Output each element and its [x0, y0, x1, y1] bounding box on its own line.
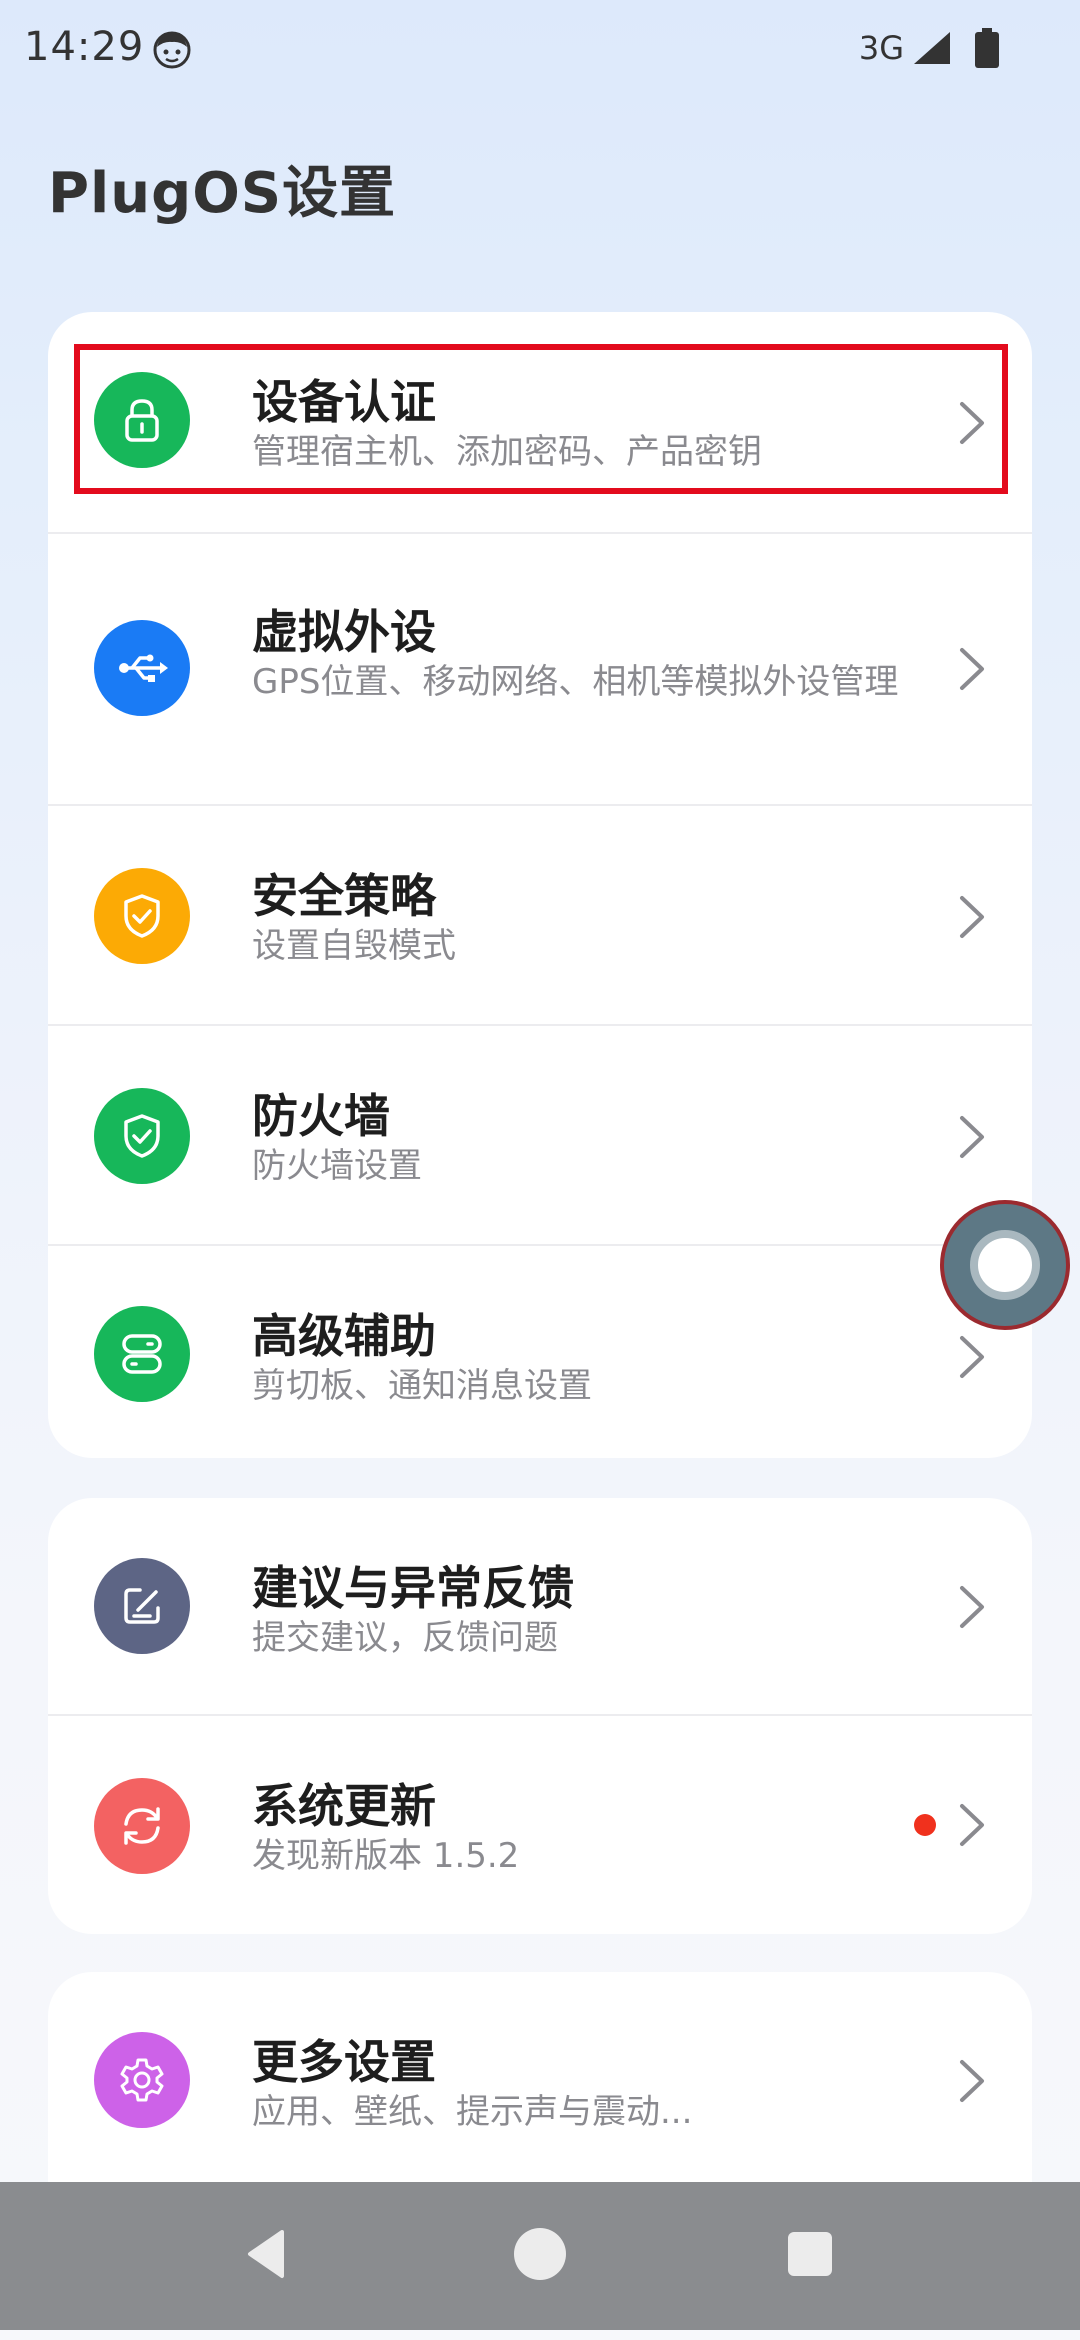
item-title: 安全策略 — [252, 869, 436, 923]
floating-button-inner — [970, 1230, 1040, 1300]
shield-check-icon — [94, 868, 190, 964]
refresh-icon — [94, 1778, 190, 1874]
settings-card-support: 建议与异常反馈 提交建议，反馈问题 系统更新 发现新版本 1.5.2 — [48, 1498, 1032, 1934]
item-title: 系统更新 — [252, 1779, 436, 1833]
edit-note-icon — [94, 1558, 190, 1654]
settings-card-main: 设备认证 管理宿主机、添加密码、产品密钥 虚拟外设 GPS位置、移动网络、相机等… — [48, 312, 1032, 1458]
status-right: 3G — [859, 28, 1000, 68]
settings-item-feedback[interactable]: 建议与异常反馈 提交建议，反馈问题 — [48, 1498, 1032, 1716]
item-subtitle: 提交建议，反馈问题 — [252, 1618, 558, 1658]
item-title: 建议与异常反馈 — [252, 1561, 574, 1615]
home-button[interactable] — [508, 2222, 572, 2286]
item-subtitle: 剪切板、通知消息设置 — [252, 1366, 592, 1406]
item-subtitle: 管理宿主机、添加密码、产品密钥 — [252, 432, 762, 472]
floating-assistive-button[interactable] — [940, 1200, 1070, 1330]
settings-item-virtual-peripherals[interactable]: 虚拟外设 GPS位置、移动网络、相机等模拟外设管理 — [48, 534, 1032, 806]
recent-apps-button[interactable] — [778, 2222, 842, 2286]
chevron-right-icon — [960, 896, 984, 938]
chevron-right-icon — [960, 402, 984, 444]
chevron-right-icon — [960, 1586, 984, 1628]
network-type: 3G — [858, 29, 904, 67]
item-subtitle: 防火墙设置 — [252, 1146, 422, 1186]
item-subtitle: 应用、壁纸、提示声与震动... — [252, 2092, 693, 2132]
settings-item-device-auth[interactable]: 设备认证 管理宿主机、添加密码、产品密钥 — [48, 312, 1032, 534]
chevron-right-icon — [960, 2060, 984, 2102]
shield-check-icon — [94, 1088, 190, 1184]
status-bar: 14:29 3G — [0, 0, 1080, 100]
chevron-right-icon — [960, 1336, 984, 1378]
signal-icon — [914, 32, 950, 64]
settings-item-firewall[interactable]: 防火墙 防火墙设置 — [48, 1026, 1032, 1246]
update-badge — [914, 1814, 936, 1836]
settings-item-more-settings[interactable]: 更多设置 应用、壁纸、提示声与震动... — [48, 1972, 1032, 2192]
settings-item-system-update[interactable]: 系统更新 发现新版本 1.5.2 — [48, 1716, 1032, 1934]
lock-icon — [94, 372, 190, 468]
item-title: 更多设置 — [252, 2035, 436, 2089]
item-title: 防火墙 — [252, 1089, 390, 1143]
usb-icon — [94, 620, 190, 716]
settings-item-advanced-assist[interactable]: 高级辅助 剪切板、通知消息设置 — [48, 1246, 1032, 1458]
page-title: PlugOS设置 — [48, 161, 397, 226]
item-title: 高级辅助 — [252, 1309, 436, 1363]
item-subtitle: 设置自毁模式 — [252, 926, 456, 966]
chevron-right-icon — [960, 1804, 984, 1846]
navigation-bar — [0, 2182, 1080, 2330]
back-button[interactable] — [236, 2222, 300, 2286]
toggle-switch-icon — [94, 1306, 190, 1402]
chevron-right-icon — [960, 648, 984, 690]
avatar-icon — [153, 31, 191, 69]
chevron-right-icon — [960, 1116, 984, 1158]
settings-item-security-policy[interactable]: 安全策略 设置自毁模式 — [48, 806, 1032, 1026]
battery-icon — [975, 28, 999, 68]
item-subtitle: 发现新版本 1.5.2 — [252, 1836, 520, 1876]
gear-icon — [94, 2032, 190, 2128]
status-time: 14:29 — [24, 24, 145, 70]
item-title: 设备认证 — [252, 375, 436, 429]
item-title: 虚拟外设 — [252, 605, 436, 659]
item-subtitle: GPS位置、移动网络、相机等模拟外设管理 — [252, 662, 899, 702]
